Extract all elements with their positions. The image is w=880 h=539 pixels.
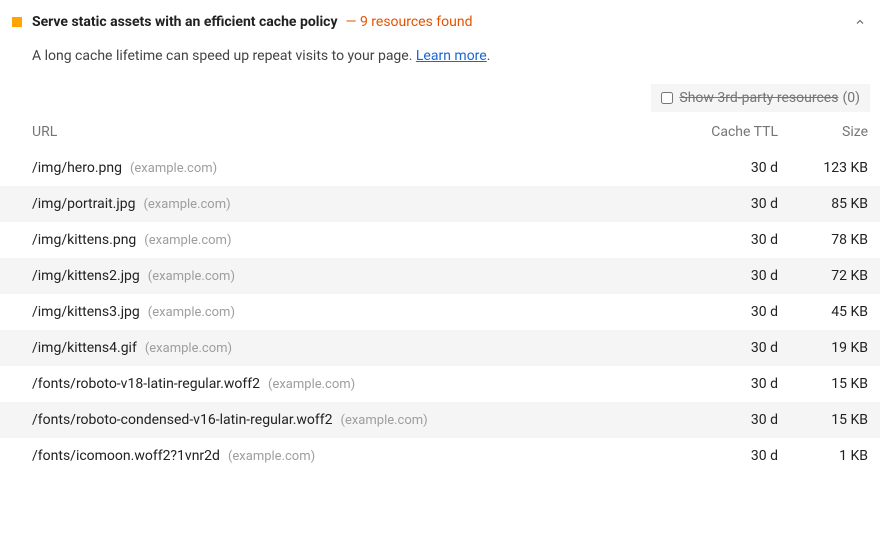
column-ttl: Cache TTL [668, 124, 778, 140]
column-size: Size [778, 124, 868, 140]
resource-ttl: 30 d [668, 412, 778, 428]
third-party-toggle[interactable]: Show 3rd-party resources (0) [651, 84, 870, 112]
resource-path: /img/hero.png [32, 160, 122, 176]
status-warning-icon [12, 17, 22, 27]
table-row: /fonts/roboto-v18-latin-regular.woff2 (ex… [0, 366, 880, 402]
resource-domain: (example.com) [148, 269, 235, 284]
resource-domain: (example.com) [148, 305, 235, 320]
resource-size: 45 KB [778, 304, 868, 320]
resources-found: — 9 resources found [346, 14, 473, 30]
resource-path: /fonts/icomoon.woff2?1vnr2d [32, 448, 220, 464]
resource-size: 15 KB [778, 412, 868, 428]
resource-path: /img/kittens4.gif [32, 340, 137, 356]
resource-ttl: 30 d [668, 268, 778, 284]
resource-ttl: 30 d [668, 340, 778, 356]
table-row: /img/kittens2.jpg (example.com) 30 d72 KB [0, 258, 880, 294]
resource-url: /img/kittens4.gif (example.com) [32, 340, 668, 356]
resource-ttl: 30 d [668, 232, 778, 248]
table-row: /img/portrait.jpg (example.com) 30 d85 KB [0, 186, 880, 222]
resource-size: 1 KB [778, 448, 868, 464]
audit-panel: Serve static assets with an efficient ca… [0, 0, 880, 484]
resource-path: /fonts/roboto-v18-latin-regular.woff2 [32, 376, 260, 392]
resource-url: /img/kittens.png (example.com) [32, 232, 668, 248]
resource-url: /fonts/roboto-v18-latin-regular.woff2 (ex… [32, 376, 668, 392]
resource-url: /img/kittens2.jpg (example.com) [32, 268, 668, 284]
resource-domain: (example.com) [130, 161, 217, 176]
resource-path: /img/kittens.png [32, 232, 136, 248]
resource-size: 72 KB [778, 268, 868, 284]
resource-path: /fonts/roboto-condensed-v16-latin-regula… [32, 412, 333, 428]
column-url: URL [32, 124, 668, 140]
resource-url: /fonts/roboto-condensed-v16-latin-regula… [32, 412, 668, 428]
table-row: /fonts/icomoon.woff2?1vnr2d (example.com)… [0, 438, 880, 474]
chevron-up-icon[interactable] [852, 14, 868, 30]
toggle-row: Show 3rd-party resources (0) [0, 80, 880, 114]
resource-url: /img/portrait.jpg (example.com) [32, 196, 668, 212]
resource-url: /img/kittens3.jpg (example.com) [32, 304, 668, 320]
resource-domain: (example.com) [268, 377, 355, 392]
audit-title: Serve static assets with an efficient ca… [32, 14, 338, 30]
resource-domain: (example.com) [228, 449, 315, 464]
table-row: /img/kittens3.jpg (example.com) 30 d45 KB [0, 294, 880, 330]
resource-url: /img/hero.png (example.com) [32, 160, 668, 176]
resource-domain: (example.com) [143, 197, 230, 212]
resource-domain: (example.com) [341, 413, 428, 428]
resource-ttl: 30 d [668, 376, 778, 392]
table-header: URL Cache TTL Size [0, 114, 880, 150]
resource-size: 19 KB [778, 340, 868, 356]
third-party-count: (0) [842, 90, 860, 106]
resource-ttl: 30 d [668, 160, 778, 176]
resource-size: 15 KB [778, 376, 868, 392]
learn-more-link[interactable]: Learn more [416, 48, 487, 64]
resource-domain: (example.com) [144, 233, 231, 248]
audit-header[interactable]: Serve static assets with an efficient ca… [0, 0, 880, 40]
resource-size: 85 KB [778, 196, 868, 212]
description-text: A long cache lifetime can speed up repea… [32, 48, 416, 64]
resources-table: URL Cache TTL Size /img/hero.png (example… [0, 114, 880, 484]
resource-path: /img/kittens3.jpg [32, 304, 140, 320]
resource-size: 123 KB [778, 160, 868, 176]
table-row: /fonts/roboto-condensed-v16-latin-regula… [0, 402, 880, 438]
third-party-label: Show 3rd-party resources [679, 90, 838, 106]
table-row: /img/kittens4.gif (example.com) 30 d19 KB [0, 330, 880, 366]
table-body: /img/hero.png(example.com)30 d123 KB/img… [0, 150, 880, 474]
resource-url: /fonts/icomoon.woff2?1vnr2d (example.com) [32, 448, 668, 464]
resource-domain: (example.com) [145, 341, 232, 356]
resource-ttl: 30 d [668, 448, 778, 464]
resource-path: /img/portrait.jpg [32, 196, 135, 212]
resource-size: 78 KB [778, 232, 868, 248]
audit-description: A long cache lifetime can speed up repea… [0, 40, 880, 80]
table-row: /img/kittens.png (example.com) 30 d78 KB [0, 222, 880, 258]
resource-ttl: 30 d [668, 196, 778, 212]
description-suffix: . [487, 48, 491, 64]
third-party-checkbox[interactable] [661, 92, 673, 104]
resource-path: /img/kittens2.jpg [32, 268, 140, 284]
resource-ttl: 30 d [668, 304, 778, 320]
table-row: /img/hero.png (example.com) 30 d123 KB [0, 150, 880, 186]
